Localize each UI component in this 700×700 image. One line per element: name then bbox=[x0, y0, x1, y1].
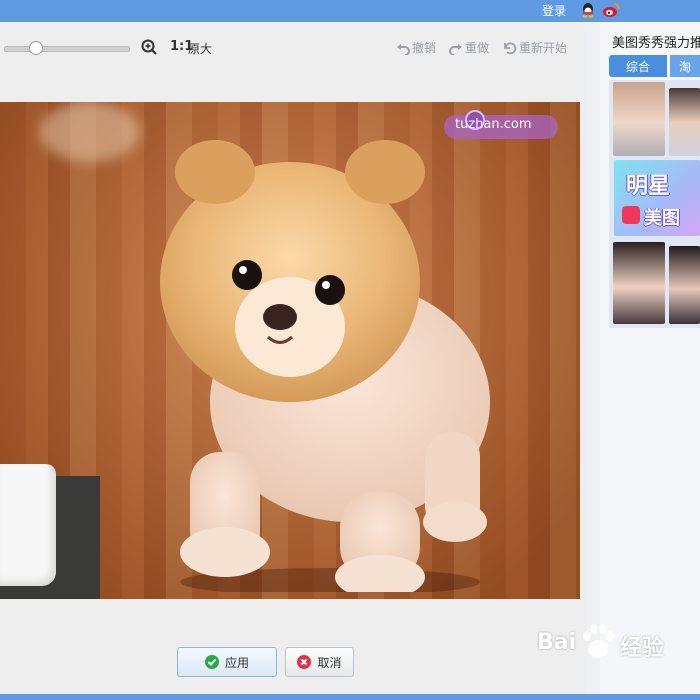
zoom-slider-track[interactable] bbox=[4, 46, 130, 52]
ad-portrait bbox=[613, 242, 665, 324]
bottom-bar bbox=[0, 694, 700, 700]
white-bowl bbox=[0, 464, 56, 586]
ad-portrait bbox=[613, 82, 665, 156]
pomeranian-dog-photo bbox=[160, 140, 490, 592]
ad-portrait bbox=[669, 88, 700, 156]
ad-tab-general[interactable]: 综合 bbox=[609, 55, 667, 77]
redo-icon bbox=[449, 43, 462, 55]
photo-watermark-text: tuzhan.com bbox=[455, 117, 532, 132]
undo-button[interactable]: 撤销 bbox=[396, 39, 436, 56]
paw-icon bbox=[583, 624, 614, 658]
ad-banner-line2: 美图 bbox=[644, 208, 680, 229]
close-icon bbox=[297, 655, 312, 669]
redo-button[interactable]: 重做 bbox=[449, 39, 489, 56]
photo-canvas[interactable]: tuzhan.com bbox=[0, 102, 580, 599]
cancel-button[interactable]: 取消 bbox=[285, 647, 354, 677]
original-size-button[interactable]: 原大 bbox=[188, 40, 212, 57]
background-blur bbox=[40, 102, 140, 162]
baidu-jingyan-watermark: 经验 bbox=[620, 636, 665, 661]
login-link[interactable]: 登录 bbox=[542, 2, 566, 19]
restart-icon bbox=[504, 41, 517, 54]
weibo-icon[interactable] bbox=[602, 2, 620, 18]
ad-tab-taobao[interactable]: 淘 bbox=[670, 55, 700, 77]
apply-label: 应用 bbox=[224, 655, 249, 670]
ad-banner-line1: 明星 bbox=[626, 174, 671, 199]
apply-button[interactable]: 应用 bbox=[177, 647, 277, 677]
zoom-in-icon[interactable] bbox=[141, 39, 157, 55]
restart-label: 重新开始 bbox=[519, 41, 568, 55]
check-icon bbox=[204, 655, 219, 669]
undo-icon bbox=[397, 43, 410, 55]
baidu-watermark: Bai bbox=[537, 630, 577, 655]
undo-label: 撤销 bbox=[412, 41, 437, 55]
restart-button[interactable]: 重新开始 bbox=[503, 39, 567, 56]
ad-title: 美图秀秀强力推 bbox=[612, 36, 700, 51]
cancel-label: 取消 bbox=[317, 655, 342, 670]
ad-banner[interactable]: 明星 美图 bbox=[614, 160, 700, 236]
qq-icon[interactable] bbox=[580, 2, 596, 18]
zoom-slider-handle[interactable] bbox=[29, 41, 43, 55]
video-icon bbox=[622, 206, 640, 224]
redo-label: 重做 bbox=[465, 41, 490, 55]
ad-portrait bbox=[669, 246, 700, 324]
